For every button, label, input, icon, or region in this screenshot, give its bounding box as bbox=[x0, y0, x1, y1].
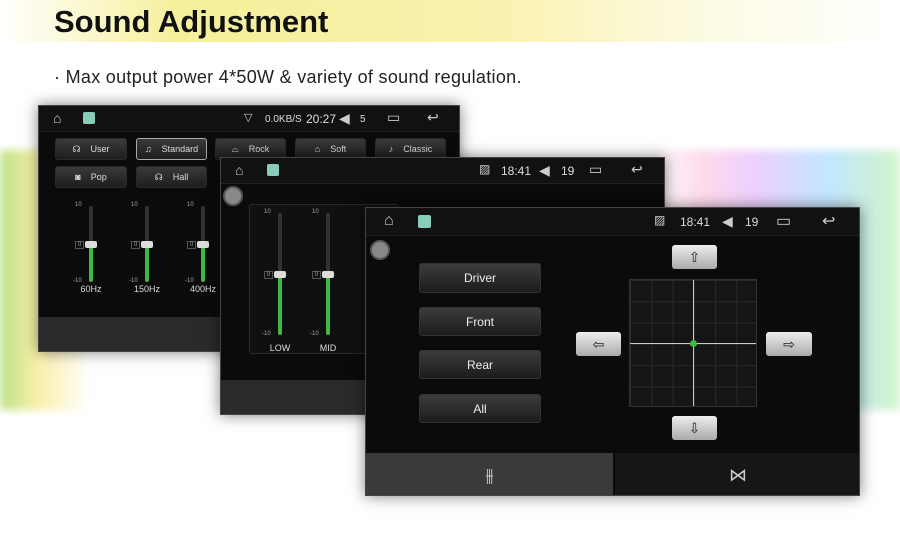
arrow-up-icon: ⇧ bbox=[688, 248, 701, 265]
user-icon: ☊ bbox=[72, 143, 81, 154]
pop-icon: ◙ bbox=[75, 172, 81, 182]
scale-max: 10 bbox=[75, 202, 82, 208]
slider-knob[interactable] bbox=[322, 271, 334, 278]
drum-icon: ⌓ bbox=[231, 143, 239, 154]
floating-assist-button[interactable] bbox=[223, 186, 243, 206]
volume-level: 19 bbox=[745, 215, 759, 229]
slider-fill bbox=[201, 244, 205, 282]
speaker-icon[interactable]: ◀ bbox=[539, 162, 550, 179]
hall-icon: ☊ bbox=[154, 171, 163, 182]
app-icon[interactable] bbox=[83, 112, 95, 124]
band-label: LOW bbox=[269, 343, 291, 353]
zone-driver-button[interactable]: Driver bbox=[419, 263, 541, 293]
page-title: Sound Adjustment bbox=[54, 4, 329, 39]
page-subtitle: · Max output power 4*50W & variety of so… bbox=[54, 67, 522, 87]
scale-min: -10 bbox=[262, 331, 271, 337]
recents-icon[interactable]: ▭ bbox=[387, 109, 400, 126]
slider-knob[interactable] bbox=[141, 241, 153, 248]
value-badge: 0 bbox=[131, 241, 141, 249]
preset-label: Rock bbox=[248, 144, 270, 154]
balance-right-button[interactable]: ⇨ bbox=[766, 332, 812, 356]
scale-max: 10 bbox=[312, 209, 319, 215]
volume-level: 5 bbox=[360, 114, 366, 125]
back-icon[interactable]: ↩ bbox=[822, 211, 835, 231]
home-icon[interactable]: ⌂ bbox=[384, 212, 394, 230]
arrow-down-icon: ⇩ bbox=[688, 419, 701, 436]
slider-fill bbox=[278, 274, 282, 335]
volume-level: 19 bbox=[561, 164, 575, 178]
slider-knob[interactable] bbox=[274, 271, 286, 278]
status-bar: ⌂ ▽ 0.0KB/S 20:27 ◀ 5 ▭ ↩ bbox=[39, 106, 459, 132]
balance-fader-screen: ⌂ ▨ 18:41 ◀ 19 ▭ ↩ Driver Front Rear All… bbox=[365, 207, 860, 496]
recents-icon[interactable]: ▭ bbox=[589, 161, 602, 178]
zone-rear-button[interactable]: Rear bbox=[419, 350, 541, 379]
music-note-icon: ♫ bbox=[144, 144, 152, 154]
floating-assist-button[interactable] bbox=[370, 240, 390, 260]
violin-icon: ♪ bbox=[388, 144, 394, 154]
scale-max: 10 bbox=[264, 209, 271, 215]
preset-label: Classic bbox=[403, 144, 433, 154]
preset-pop[interactable]: ◙ Pop bbox=[55, 166, 127, 188]
speaker-icon[interactable]: ◀ bbox=[722, 213, 733, 230]
net-speed: 0.0KB/S bbox=[265, 114, 302, 125]
zone-all-button[interactable]: All bbox=[419, 394, 541, 423]
band-label: 60Hz bbox=[80, 284, 102, 294]
app-icon[interactable] bbox=[418, 215, 431, 228]
slider-fill bbox=[145, 244, 149, 282]
home-icon[interactable]: ⌂ bbox=[53, 110, 61, 126]
clock: 18:41 bbox=[680, 215, 711, 229]
preset-label: Hall bbox=[172, 172, 189, 182]
arrow-left-icon: ⇦ bbox=[592, 335, 605, 352]
no-sim-icon: ▨ bbox=[479, 162, 491, 176]
back-icon[interactable]: ↩ bbox=[631, 161, 643, 178]
value-badge: 0 bbox=[187, 241, 197, 249]
clock: 18:41 bbox=[501, 164, 532, 178]
wifi-icon: ▽ bbox=[244, 112, 253, 124]
equalizer-tab[interactable]: ⫵ bbox=[366, 453, 613, 495]
band-label: MID bbox=[319, 343, 337, 353]
balance-left-button[interactable]: ⇦ bbox=[576, 332, 621, 356]
equalizer-icon: ⫵ bbox=[485, 464, 494, 485]
preset-user[interactable]: ☊ User bbox=[55, 138, 127, 160]
balance-grid[interactable] bbox=[629, 279, 757, 407]
band-label: 400Hz bbox=[189, 284, 216, 294]
value-badge: 0 bbox=[264, 271, 274, 279]
band-label: 150Hz bbox=[133, 284, 160, 294]
no-sim-icon: ▨ bbox=[654, 213, 666, 227]
slider-knob[interactable] bbox=[197, 241, 209, 248]
preset-label: User bbox=[90, 144, 110, 154]
preset-hall[interactable]: ☊ Hall bbox=[136, 166, 207, 188]
surround-icon: ⋈ bbox=[729, 464, 747, 485]
arrow-right-icon: ⇨ bbox=[783, 335, 795, 352]
preset-label: Pop bbox=[90, 172, 107, 182]
value-badge: 0 bbox=[75, 241, 85, 249]
recents-icon[interactable]: ▭ bbox=[776, 211, 791, 231]
speaker-icon[interactable]: ◀ bbox=[339, 110, 350, 127]
balance-point[interactable] bbox=[690, 340, 697, 347]
piano-icon: ⌂ bbox=[314, 144, 321, 154]
clock: 20:27 bbox=[306, 112, 337, 126]
preset-label: Soft bbox=[330, 144, 347, 154]
slider-fill bbox=[326, 274, 330, 335]
zone-front-button[interactable]: Front bbox=[419, 307, 541, 336]
fade-down-button[interactable]: ⇩ bbox=[672, 416, 717, 440]
surround-tab[interactable]: ⋈ bbox=[615, 453, 859, 495]
status-bar: ⌂ ▨ 18:41 ◀ 19 ▭ ↩ bbox=[221, 158, 664, 184]
preset-standard[interactable]: ♫ Standard bbox=[136, 138, 207, 160]
scale-max: 10 bbox=[131, 202, 138, 208]
fade-up-button[interactable]: ⇧ bbox=[672, 245, 717, 269]
slider-knob[interactable] bbox=[85, 241, 97, 248]
home-icon[interactable]: ⌂ bbox=[235, 162, 243, 178]
app-icon[interactable] bbox=[267, 164, 279, 176]
status-bar: ⌂ ▨ 18:41 ◀ 19 ▭ ↩ bbox=[366, 208, 859, 236]
value-badge: 0 bbox=[312, 271, 322, 279]
back-icon[interactable]: ↩ bbox=[427, 109, 439, 126]
scale-min: -10 bbox=[310, 331, 319, 337]
slider-fill bbox=[89, 244, 93, 282]
preset-label: Standard bbox=[161, 144, 199, 154]
scale-max: 10 bbox=[187, 202, 194, 208]
